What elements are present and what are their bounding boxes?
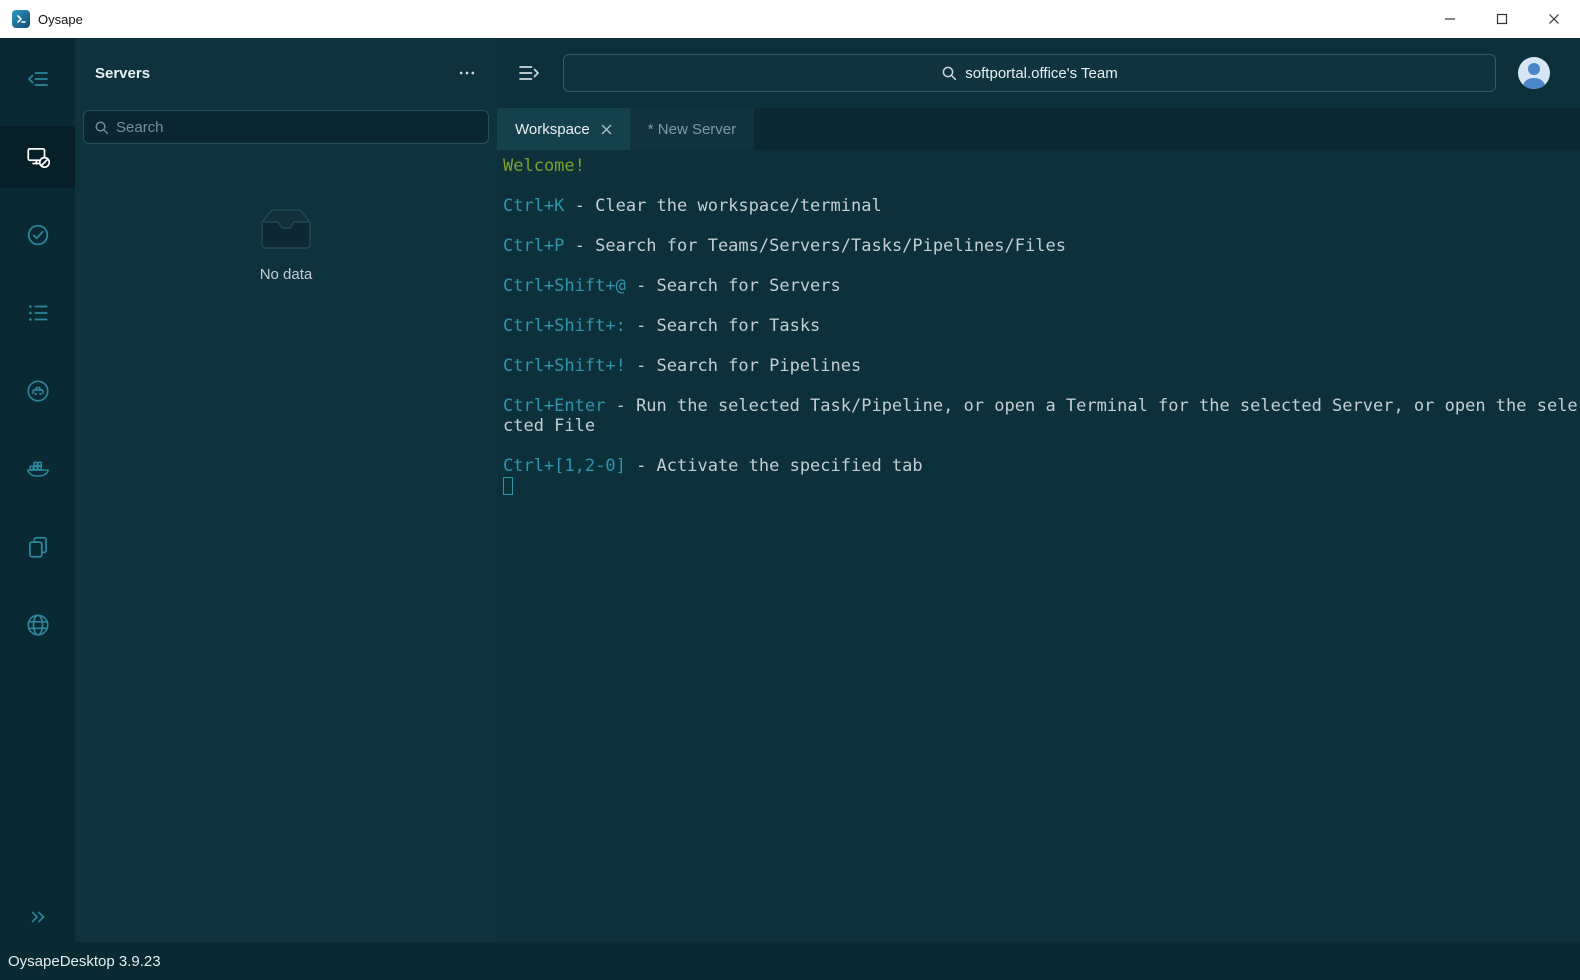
statusbar: OysapeDesktop 3.9.23 [0,942,1580,980]
empty-inbox-icon [261,209,311,249]
app-body: Servers No data [0,38,1580,942]
empty-state-text: No data [259,266,313,283]
maximize-button[interactable] [1476,0,1528,38]
shortcut-desc: - Search for Servers [625,276,841,296]
servers-icon[interactable] [0,126,75,188]
toggle-sidebar-icon[interactable] [0,48,75,110]
shortcut-desc: - Run the selected Task/Pipeline, or ope… [503,396,1578,436]
tab-label: * New Server [647,120,737,138]
tab-close-icon[interactable] [601,124,612,135]
shortcut-desc: - Search for Teams/Servers/Tasks/Pipelin… [564,236,1066,256]
terminal-welcome: Welcome! [503,156,585,176]
sidebar-search-box [83,110,489,144]
shortcut-key: Ctrl+[1,2-0] [503,456,626,476]
terminal-cursor-line [503,476,1580,500]
sidebar-header: Servers [75,38,497,108]
sidebar-search-input[interactable] [116,118,478,136]
terminal-line: Ctrl+Shift+@ - Search for Servers [503,276,1580,296]
close-button[interactable] [1528,0,1580,38]
terminal-line: Ctrl+K - Clear the workspace/terminal [503,196,1580,216]
more-options-icon[interactable] [457,63,477,83]
shortcut-desc: - Activate the specified tab [625,456,923,476]
minimize-button[interactable] [1424,0,1476,38]
main-panel: softportal.office's Team Workspace * New… [497,38,1580,942]
terminal-line: Ctrl+P - Search for Teams/Servers/Tasks/… [503,236,1580,256]
search-icon [95,121,109,134]
shortcut-key: Ctrl+Enter [503,396,606,416]
empty-state: No data [75,204,497,283]
shortcut-key: Ctrl+P [503,236,565,256]
tab-strip: Workspace * New Server [497,108,1580,150]
tab-workspace[interactable]: Workspace [497,108,630,150]
main-topbar: softportal.office's Team [497,38,1580,108]
icon-rail [0,38,75,942]
files-icon[interactable] [0,516,75,578]
team-search-label: softportal.office's Team [965,64,1118,82]
terminal-line: Ctrl+Enter - Run the selected Task/Pipel… [503,396,1580,436]
terminal-line: Ctrl+Shift+! - Search for Pipelines [503,356,1580,376]
terminal-line: Ctrl+Shift+: - Search for Tasks [503,316,1580,336]
shortcut-desc: - Clear the workspace/terminal [564,196,882,216]
person-icon [1522,63,1546,89]
search-icon [942,66,957,81]
terminal[interactable]: Welcome! Ctrl+K - Clear the workspace/te… [497,150,1580,942]
sidebar: Servers No data [75,38,497,942]
shortcut-key: Ctrl+K [503,196,565,216]
pipelines-icon[interactable] [0,360,75,422]
panel-toggle-icon[interactable] [517,61,541,85]
docker-icon[interactable] [0,438,75,500]
shortcut-desc: - Search for Pipelines [625,356,862,376]
version-text: OysapeDesktop 3.9.23 [8,952,161,970]
shortcut-key: Ctrl+Shift+@ [503,276,626,296]
tab-label: Workspace [515,120,590,138]
tab-new-server[interactable]: * New Server [629,108,755,150]
tasks-icon[interactable] [0,204,75,266]
titlebar: Oysape [0,0,1580,38]
globe-icon[interactable] [0,594,75,656]
expand-rail-icon[interactable] [27,906,49,928]
app-title: Oysape [38,11,83,27]
terminal-line: Ctrl+[1,2-0] - Activate the specified ta… [503,456,1580,476]
team-search-bar[interactable]: softportal.office's Team [563,54,1496,92]
terminal-cursor [503,477,513,495]
avatar[interactable] [1518,57,1550,89]
sidebar-title: Servers [95,64,151,82]
shortcut-key: Ctrl+Shift+: [503,316,626,336]
shortcut-key: Ctrl+Shift+! [503,356,626,376]
window-controls [1424,0,1580,38]
app-icon [12,10,30,28]
titlebar-left: Oysape [0,10,83,28]
task-list-icon[interactable] [0,282,75,344]
shortcut-desc: - Search for Tasks [625,316,821,336]
